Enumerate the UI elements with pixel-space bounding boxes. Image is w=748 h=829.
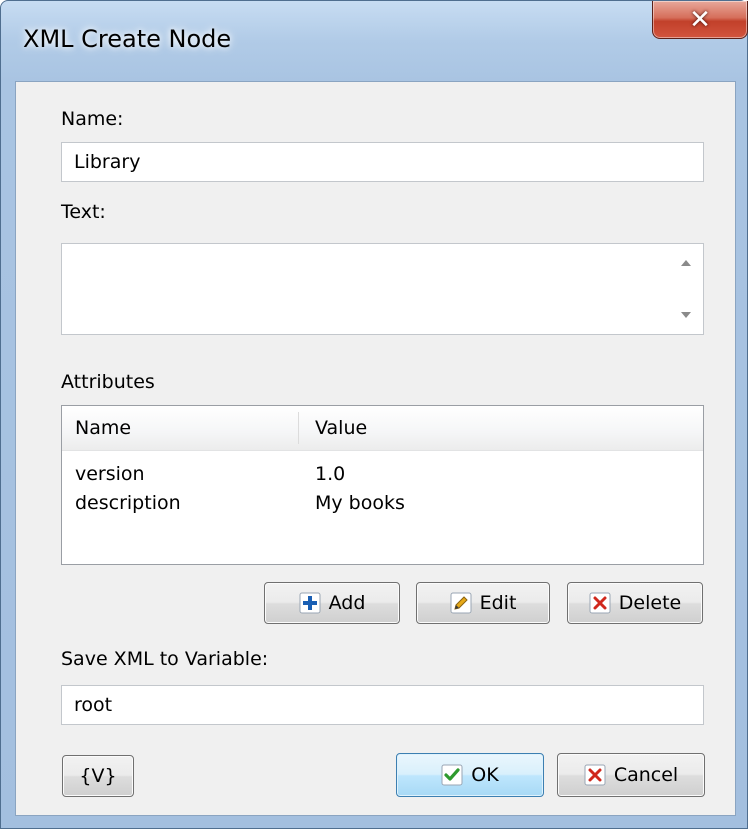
ok-button-label: OK — [471, 764, 499, 786]
plus-icon — [299, 592, 321, 614]
text-scrollbar[interactable] — [669, 244, 703, 334]
ok-button[interactable]: OK — [396, 753, 544, 797]
table-row[interactable]: version 1.0 — [62, 460, 703, 488]
close-button[interactable]: ✕ — [652, 1, 748, 39]
variables-button[interactable]: {V} — [62, 755, 134, 797]
delete-button[interactable]: Delete — [567, 582, 703, 624]
attribute-name-cell: version — [75, 463, 145, 485]
save-variable-input[interactable]: root — [61, 685, 704, 725]
attribute-name-cell: description — [75, 492, 181, 514]
name-input[interactable]: Library — [61, 142, 704, 182]
title-bar[interactable]: XML Create Node — [1, 1, 747, 81]
attributes-header: Name Value — [62, 406, 703, 451]
text-area[interactable] — [61, 243, 704, 335]
attributes-list[interactable]: Name Value version 1.0 description My bo… — [61, 405, 704, 565]
dialog-window: XML Create Node ✕ Name: Library Text: At… — [0, 0, 748, 829]
column-header-value[interactable]: Value — [315, 406, 367, 450]
x-icon — [589, 592, 611, 614]
add-button[interactable]: Add — [264, 582, 400, 624]
name-label: Name: — [61, 108, 124, 130]
checkmark-icon — [441, 764, 463, 786]
cancel-button-label: Cancel — [613, 764, 679, 786]
add-button-label: Add — [328, 592, 366, 614]
window-title: XML Create Node — [23, 25, 232, 53]
text-label: Text: — [61, 201, 106, 223]
edit-button[interactable]: Edit — [416, 582, 550, 624]
cancel-button[interactable]: Cancel — [557, 753, 705, 797]
column-header-name[interactable]: Name — [75, 406, 131, 450]
edit-button-label: Edit — [479, 592, 517, 614]
attributes-label: Attributes — [61, 371, 155, 393]
pencil-icon — [450, 592, 472, 614]
column-divider[interactable] — [298, 412, 299, 444]
close-icon: ✕ — [689, 5, 711, 35]
table-row[interactable]: description My books — [62, 489, 703, 517]
scroll-up-icon[interactable] — [681, 260, 691, 266]
delete-button-label: Delete — [618, 592, 682, 614]
dialog-body: Name: Library Text: Attributes Name Valu… — [15, 81, 736, 816]
attribute-value-cell: My books — [315, 492, 405, 514]
x-icon — [584, 764, 606, 786]
save-variable-label: Save XML to Variable: — [61, 648, 269, 670]
variables-button-label: {V} — [79, 765, 117, 787]
scroll-down-icon[interactable] — [681, 312, 691, 318]
attribute-value-cell: 1.0 — [315, 463, 346, 485]
